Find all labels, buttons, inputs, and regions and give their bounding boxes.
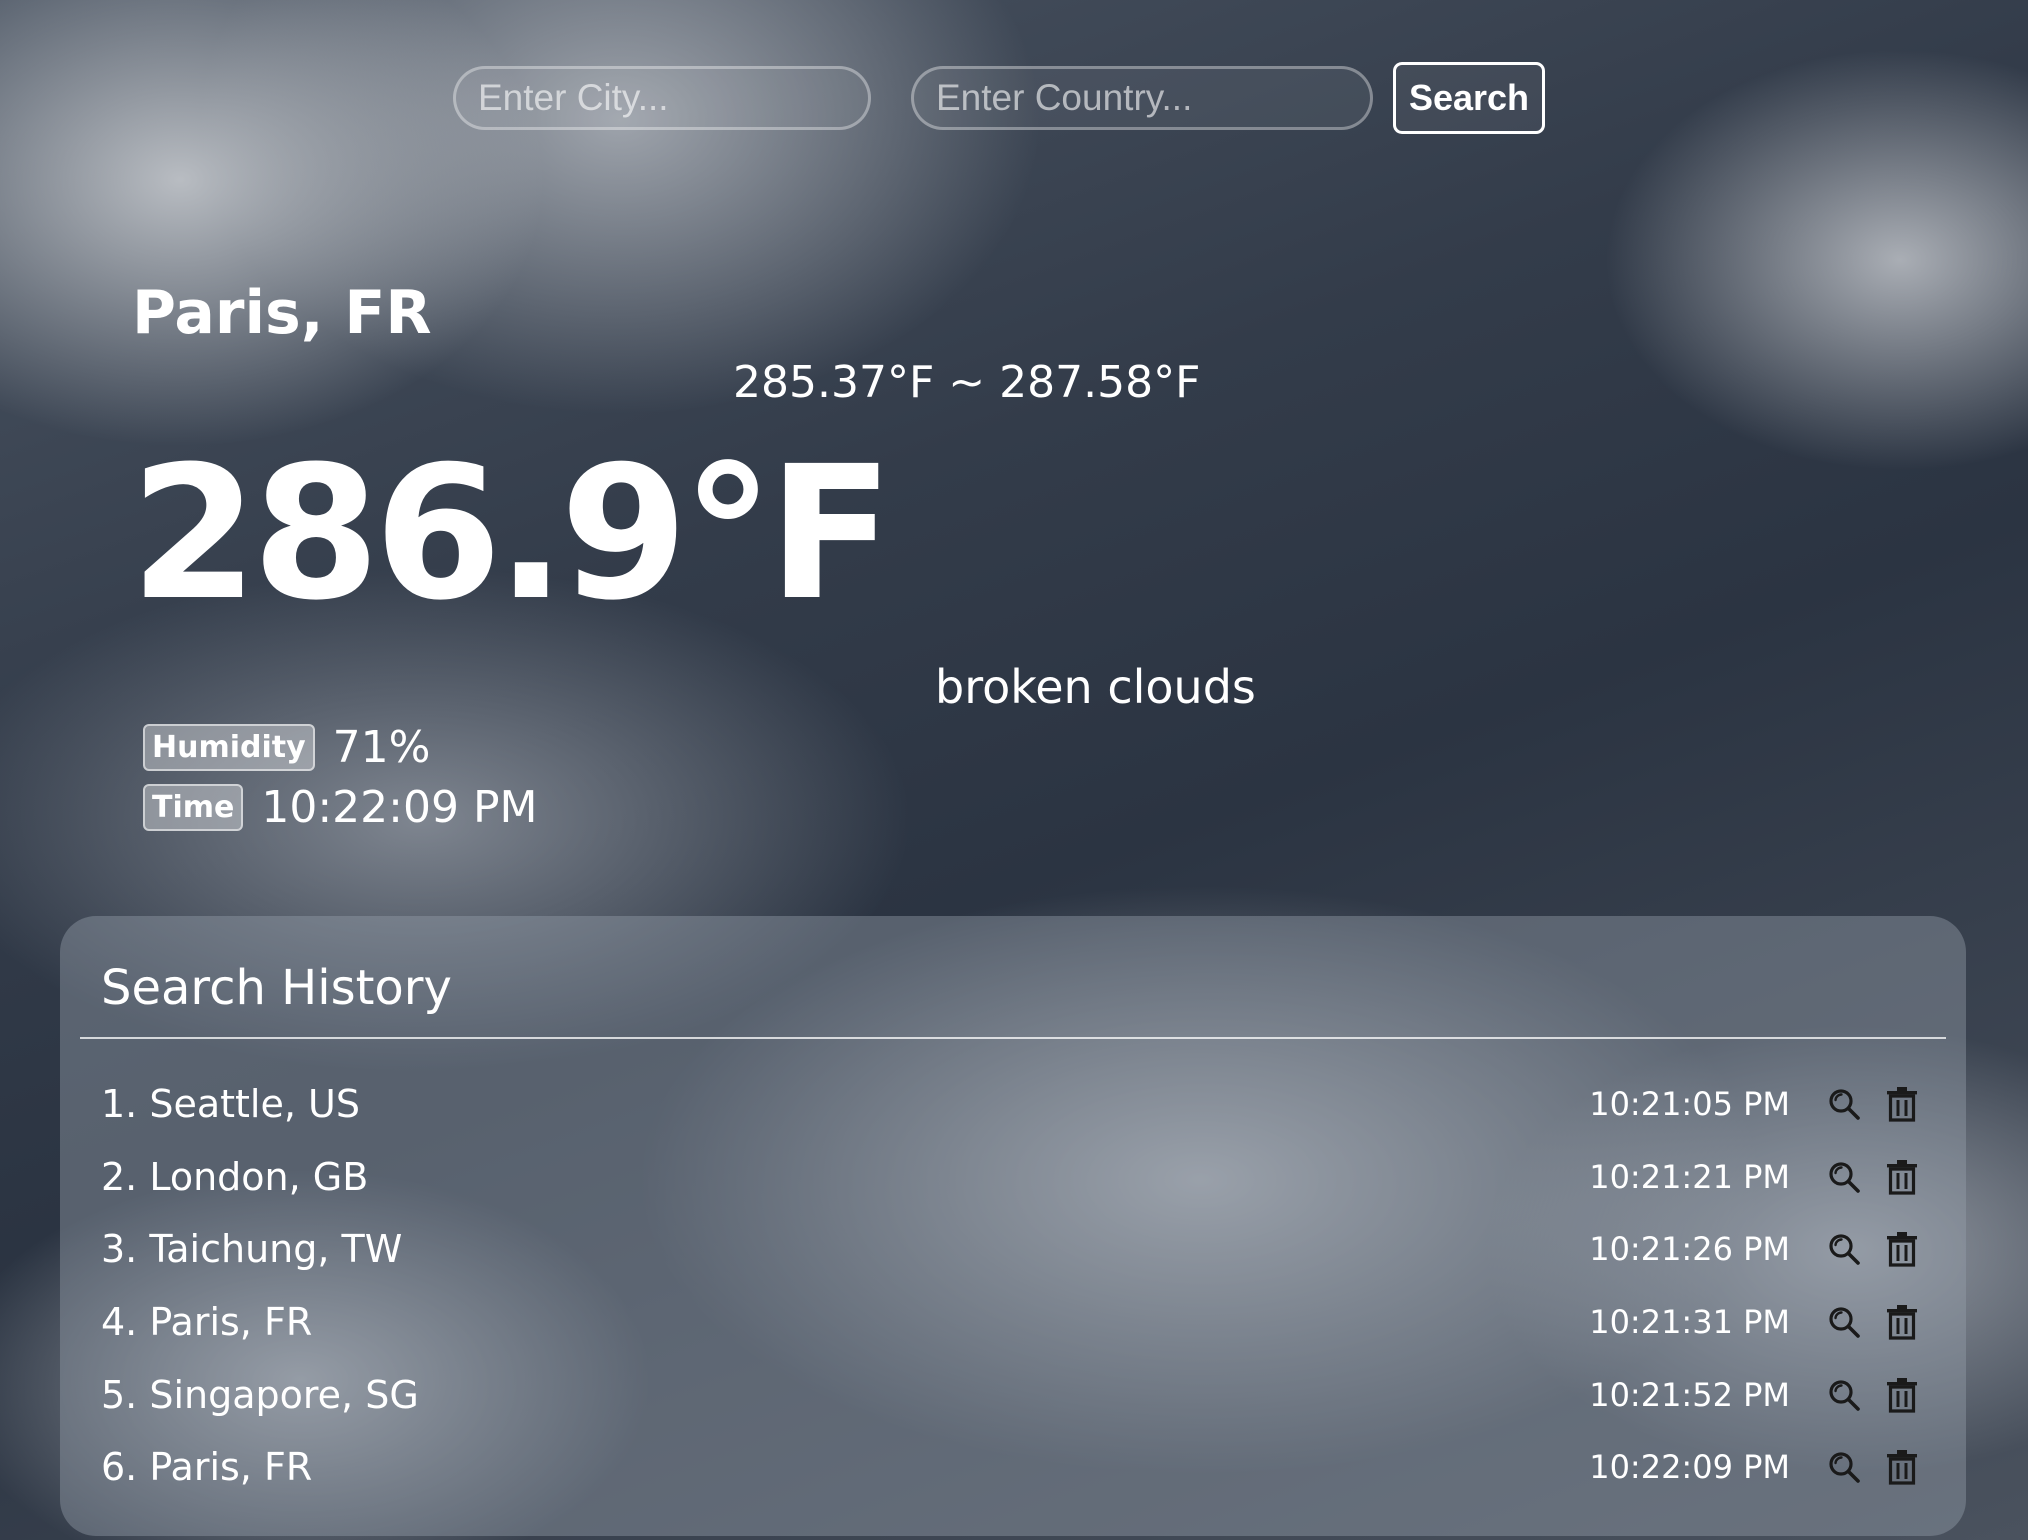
humidity-row: Humidity 71%: [143, 722, 430, 773]
current-temperature: 286.9°F: [130, 427, 894, 641]
history-item-time: 10:21:21 PM: [1589, 1157, 1790, 1196]
trash-icon[interactable]: [1882, 1084, 1922, 1124]
trash-icon[interactable]: [1882, 1302, 1922, 1342]
magnifier-icon[interactable]: [1824, 1084, 1864, 1124]
history-item-time: 10:21:31 PM: [1589, 1303, 1790, 1342]
country-input[interactable]: [911, 66, 1373, 130]
magnifier-icon[interactable]: [1824, 1447, 1864, 1487]
current-location: Paris, FR: [132, 278, 432, 348]
history-item-location: 1. Seattle, US: [101, 1082, 360, 1127]
temperature-range: 285.37°F ~ 287.58°F: [733, 357, 1201, 408]
magnifier-icon[interactable]: [1824, 1157, 1864, 1197]
history-item-time: 10:22:09 PM: [1589, 1448, 1790, 1487]
magnifier-icon[interactable]: [1824, 1302, 1864, 1342]
weather-description: broken clouds: [935, 660, 1256, 714]
time-label: Time: [143, 784, 244, 831]
magnifier-icon[interactable]: [1824, 1229, 1864, 1269]
history-item: 3. Taichung, TW 10:21:26 PM: [60, 1213, 1966, 1286]
magnifier-icon[interactable]: [1824, 1375, 1864, 1415]
history-item-time: 10:21:05 PM: [1589, 1085, 1790, 1124]
humidity-label: Humidity: [143, 724, 315, 771]
history-item: 4. Paris, FR 10:21:31 PM: [60, 1286, 1966, 1359]
history-item-time: 10:21:26 PM: [1589, 1230, 1790, 1269]
history-item-location: 5. Singapore, SG: [101, 1372, 419, 1417]
history-item: 1. Seattle, US 10:21:05 PM: [60, 1068, 1966, 1141]
trash-icon[interactable]: [1882, 1157, 1922, 1197]
divider: [80, 1037, 1946, 1039]
history-item-location: 6. Paris, FR: [101, 1445, 313, 1490]
search-history-panel: Search History 1. Seattle, US 10:21:05 P…: [60, 916, 1966, 1536]
city-input[interactable]: [453, 66, 871, 130]
history-item: 2. London, GB 10:21:21 PM: [60, 1141, 1966, 1214]
time-row: Time 10:22:09 PM: [143, 782, 537, 833]
history-item-location: 3. Taichung, TW: [101, 1227, 403, 1272]
trash-icon[interactable]: [1882, 1375, 1922, 1415]
history-item-time: 10:21:52 PM: [1589, 1375, 1790, 1414]
history-list: 1. Seattle, US 10:21:05 PM 2. London, GB…: [60, 1068, 1966, 1504]
humidity-value: 71%: [332, 722, 431, 773]
history-item-location: 4. Paris, FR: [101, 1300, 313, 1345]
search-history-title: Search History: [101, 960, 452, 1016]
trash-icon[interactable]: [1882, 1447, 1922, 1487]
search-button[interactable]: Search: [1393, 62, 1545, 134]
trash-icon[interactable]: [1882, 1229, 1922, 1269]
time-value: 10:22:09 PM: [261, 782, 538, 833]
history-item-location: 2. London, GB: [101, 1154, 369, 1199]
history-item: 6. Paris, FR 10:22:09 PM: [60, 1431, 1966, 1504]
history-item: 5. Singapore, SG 10:21:52 PM: [60, 1358, 1966, 1431]
search-bar: Search: [453, 62, 1545, 134]
